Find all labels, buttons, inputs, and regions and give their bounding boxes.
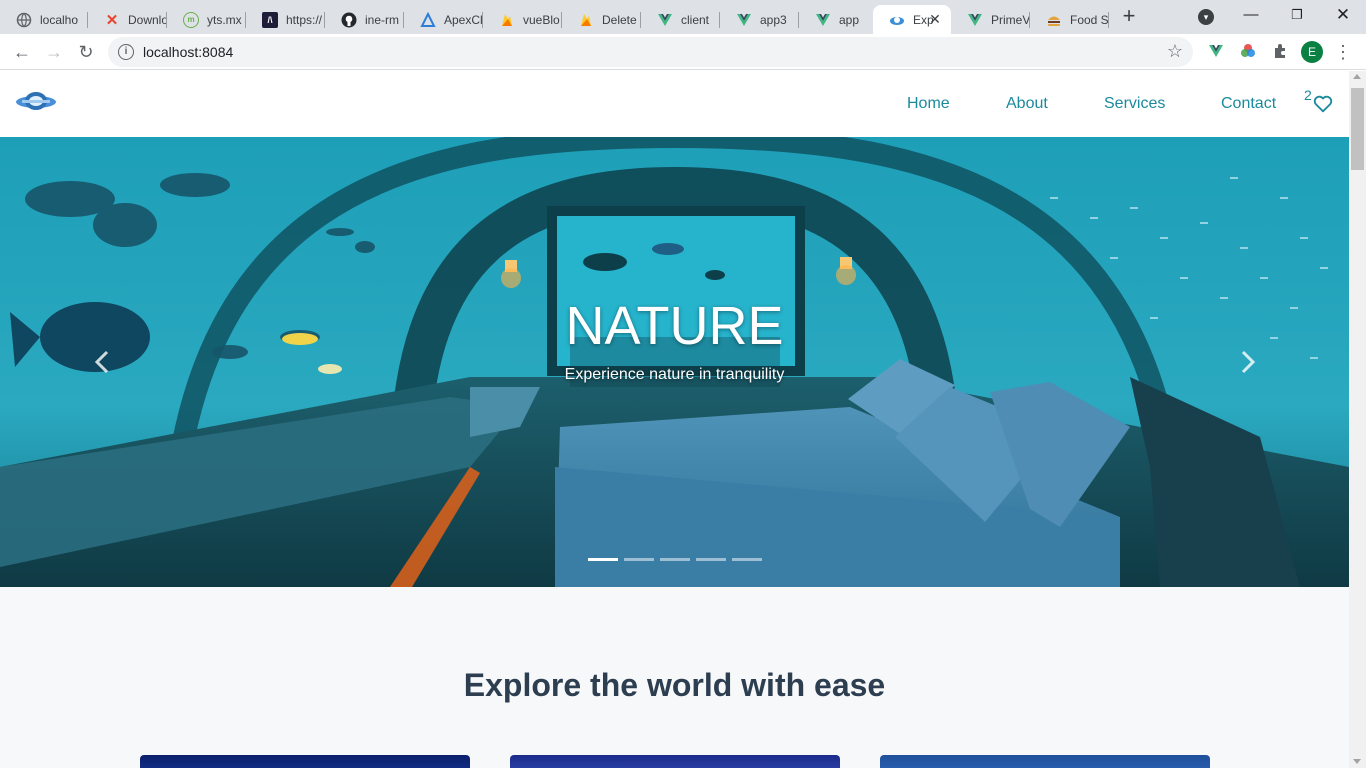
browser-tab-title: app bbox=[839, 12, 860, 27]
carousel-indicator[interactable] bbox=[696, 558, 726, 561]
vue-icon bbox=[815, 12, 831, 28]
destination-card[interactable] bbox=[140, 755, 470, 768]
browser-tab[interactable]: app3 bbox=[720, 5, 799, 34]
destination-card[interactable] bbox=[510, 755, 840, 768]
x-logo-icon: ✕ bbox=[105, 11, 119, 29]
browser-tab[interactable]: Food S bbox=[1030, 5, 1109, 34]
firebase-icon bbox=[499, 12, 515, 28]
browser-tab-title: https:// bbox=[286, 12, 323, 27]
browser-tab[interactable]: Delete bbox=[562, 5, 641, 34]
browser-tab-title: yts.mx bbox=[207, 12, 242, 27]
browser-tab-title: client bbox=[681, 12, 710, 27]
extensions-puzzle-icon[interactable] bbox=[1271, 43, 1289, 61]
minimize-window-button[interactable]: — bbox=[1228, 4, 1274, 28]
github-icon bbox=[341, 12, 357, 28]
browser-tab-title: Delete bbox=[602, 12, 637, 27]
browser-tab[interactable]: localho bbox=[0, 5, 88, 34]
vue-icon bbox=[967, 12, 983, 28]
nav-contact[interactable]: Contact bbox=[1221, 95, 1276, 113]
browser-tab-title: PrimeV bbox=[991, 12, 1030, 27]
carousel-indicator[interactable] bbox=[732, 558, 762, 561]
carousel-prev-icon[interactable] bbox=[92, 349, 112, 375]
browser-tab-title: ApexCh bbox=[444, 12, 483, 27]
carousel-indicator[interactable] bbox=[660, 558, 690, 561]
address-url[interactable]: localhost:8084 bbox=[143, 44, 233, 60]
site-header: Home About Services Contact 2 bbox=[0, 71, 1349, 137]
restore-window-button[interactable]: ❐ bbox=[1274, 4, 1320, 28]
browser-tab[interactable]: m yts.mx bbox=[167, 5, 246, 34]
vue-icon bbox=[736, 12, 752, 28]
section-title: Explore the world with ease bbox=[463, 667, 886, 703]
browser-tab-active[interactable]: Exp ✕ bbox=[873, 5, 951, 34]
destination-card[interactable] bbox=[880, 755, 1210, 768]
browser-tab[interactable]: /\ https:// bbox=[246, 5, 325, 34]
reload-icon[interactable]: ↻ bbox=[74, 40, 98, 64]
browser-tab[interactable]: ✕ Downlo bbox=[88, 5, 167, 34]
profile-avatar[interactable]: E bbox=[1301, 41, 1323, 63]
browser-tab-title: localho bbox=[40, 12, 79, 27]
vue-devtools-extension-icon[interactable] bbox=[1207, 43, 1225, 61]
browser-tab-title: Downlo bbox=[128, 12, 167, 27]
globe-icon bbox=[16, 12, 32, 28]
browser-tab-title: Food S bbox=[1070, 12, 1109, 27]
browser-tab[interactable]: vueBlo bbox=[483, 5, 562, 34]
vue-icon bbox=[657, 12, 673, 28]
new-tab-button[interactable]: + bbox=[1118, 5, 1140, 28]
close-window-button[interactable]: ✕ bbox=[1320, 4, 1366, 28]
browser-tab-strip: localho ✕ Downlo m yts.mx /\ https:// in… bbox=[0, 0, 1366, 34]
address-bar[interactable]: i localhost:8084 ☆ bbox=[108, 37, 1193, 67]
apex-icon bbox=[420, 11, 436, 28]
back-arrow-icon[interactable]: ← bbox=[10, 40, 34, 64]
forward-arrow-icon[interactable]: → bbox=[42, 40, 66, 64]
browser-tab[interactable]: client bbox=[641, 5, 720, 34]
site-info-icon[interactable]: i bbox=[118, 44, 134, 60]
browser-toolbar: ← → ↻ i localhost:8084 ☆ E ⋮ bbox=[0, 34, 1366, 70]
code-icon: /\ bbox=[262, 11, 278, 28]
browser-tab-title: ine-rm bbox=[365, 12, 400, 27]
carousel-indicators bbox=[588, 558, 768, 561]
carousel-next-icon[interactable] bbox=[1238, 349, 1258, 375]
hero-carousel: NATURE Experience nature in tranquility bbox=[0, 137, 1349, 587]
nav-home[interactable]: Home bbox=[907, 95, 950, 113]
browser-tab-title: vueBlo bbox=[523, 12, 560, 27]
browser-menu-icon[interactable]: ⋮ bbox=[1334, 41, 1352, 63]
yts-icon: m bbox=[183, 11, 199, 28]
close-tab-icon[interactable]: ✕ bbox=[927, 11, 943, 27]
firebase-icon bbox=[578, 12, 594, 28]
hero-title: NATURE bbox=[565, 296, 784, 356]
browser-tab[interactable]: ApexCh bbox=[404, 5, 483, 34]
page-viewport: Home About Services Contact 2 NATURE Exp… bbox=[0, 71, 1349, 768]
tab-search-icon[interactable]: ▾ bbox=[1198, 9, 1214, 25]
site-logo[interactable] bbox=[16, 89, 56, 113]
browser-tab-title: app3 bbox=[760, 12, 787, 27]
hero-image bbox=[0, 137, 1349, 587]
carousel-indicator[interactable] bbox=[624, 558, 654, 561]
bookmark-star-icon[interactable]: ☆ bbox=[1167, 41, 1183, 62]
burger-icon bbox=[1046, 12, 1062, 28]
carousel-indicator[interactable] bbox=[588, 558, 618, 561]
scroll-down-arrow-icon[interactable] bbox=[1353, 759, 1361, 764]
favorites-count: 2 bbox=[1304, 87, 1312, 103]
browser-tab[interactable]: PrimeV bbox=[951, 5, 1030, 34]
nav-about[interactable]: About bbox=[1006, 95, 1048, 113]
hero-subtitle: Experience nature in tranquility bbox=[564, 366, 785, 383]
color-picker-extension-icon[interactable] bbox=[1239, 43, 1257, 61]
page-scrollbar[interactable] bbox=[1349, 71, 1366, 768]
browser-tab[interactable]: app bbox=[799, 5, 873, 34]
heart-icon[interactable] bbox=[1312, 93, 1334, 115]
browser-tab[interactable]: ine-rm bbox=[325, 5, 404, 34]
site-logo-icon bbox=[889, 12, 905, 28]
nav-services[interactable]: Services bbox=[1104, 95, 1165, 113]
scroll-up-arrow-icon[interactable] bbox=[1353, 74, 1361, 79]
scrollbar-thumb[interactable] bbox=[1351, 88, 1364, 170]
